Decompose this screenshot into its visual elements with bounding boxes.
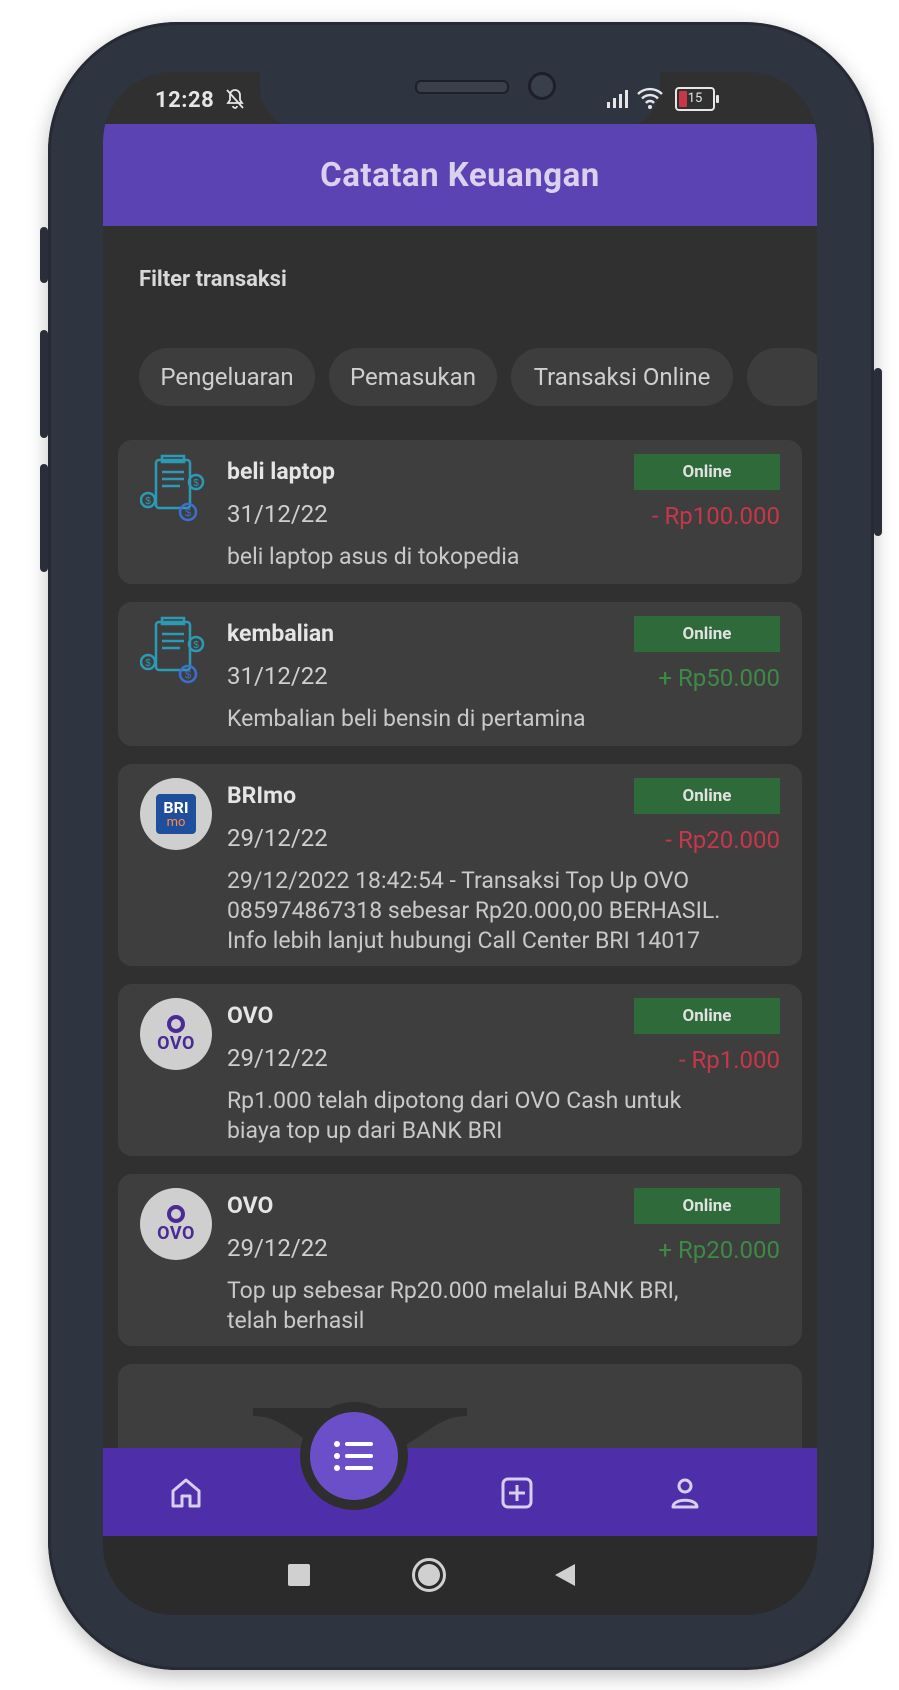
transaction-description: Rp1.000 telah dipotong dari OVO Cash unt… — [227, 1087, 682, 1144]
signal-icon — [607, 90, 628, 108]
online-badge: Online — [634, 616, 780, 652]
transaction-amount: + Rp20.000 — [658, 1236, 780, 1264]
volume-down-button — [40, 464, 48, 572]
transaction-date: 31/12/22 — [227, 662, 328, 690]
finance-document-icon: $ $ $ — [140, 616, 205, 684]
filter-chips: Pengeluaran Pemasukan Transaksi Online — [139, 348, 817, 406]
chip-pengeluaran[interactable]: Pengeluaran — [139, 348, 315, 406]
transaction-date: 31/12/22 — [227, 500, 328, 528]
earpiece-speaker — [415, 80, 509, 94]
battery-percent: 15 — [687, 91, 703, 106]
bottom-navigation — [103, 1408, 817, 1536]
recent-apps-button[interactable] — [288, 1564, 310, 1586]
svg-text:$: $ — [193, 478, 199, 489]
transaction-title: BRImo — [227, 782, 297, 809]
power-button — [874, 368, 882, 536]
svg-text:$: $ — [185, 669, 191, 681]
transaction-card[interactable]: OVO OVO Online 29/12/22 - Rp1.000 Rp1.00… — [118, 984, 802, 1156]
volume-up-button — [40, 330, 48, 438]
notifications-off-icon — [226, 89, 244, 109]
transaction-card[interactable]: OVO OVO Online 29/12/22 + Rp20.000 Top u… — [118, 1174, 802, 1346]
transaction-title: kembalian — [227, 620, 335, 647]
transaction-card[interactable]: BRI mo BRImo Online 29/12/22 - Rp20.000 … — [118, 764, 802, 966]
brimo-logo: BRI mo — [140, 778, 212, 850]
ovo-logo: OVO — [140, 998, 212, 1070]
home-icon[interactable] — [167, 1474, 205, 1512]
chip-transaksi-online[interactable]: Transaksi Online — [511, 348, 733, 406]
transaction-date: 29/12/22 — [227, 824, 328, 852]
wifi-icon — [637, 87, 663, 109]
filter-label: Filter transaksi — [139, 267, 287, 292]
finance-document-icon: $ $ $ — [140, 454, 205, 522]
profile-icon[interactable] — [666, 1474, 704, 1512]
transaction-description: Top up sebesar Rp20.000 melalui BANK BRI… — [227, 1277, 679, 1334]
transaction-date: 29/12/22 — [227, 1234, 328, 1262]
list-icon — [334, 1441, 373, 1471]
transaction-title: OVO — [227, 1002, 274, 1029]
status-time: 12:28 — [155, 88, 215, 113]
online-badge: Online — [634, 778, 780, 814]
transaction-card[interactable]: $ $ $ kembalian Online 31/12/22 + Rp50.0… — [118, 602, 802, 746]
add-icon[interactable] — [498, 1474, 536, 1512]
transaction-amount: - Rp20.000 — [665, 826, 780, 854]
transaction-amount: - Rp1.000 — [678, 1046, 780, 1074]
battery-icon: 15 — [675, 87, 719, 111]
online-badge: Online — [634, 1188, 780, 1224]
status-bar: 12:28 15 — [103, 72, 817, 128]
transaction-description: 29/12/2022 18:42:54 - Transaksi Top Up O… — [227, 867, 721, 954]
transaction-title: beli laptop — [227, 458, 335, 485]
app-bar: Catatan Keuangan — [103, 124, 817, 226]
system-navigation-bar — [103, 1536, 817, 1615]
back-button[interactable] — [553, 1562, 577, 1588]
mute-switch — [40, 227, 48, 283]
phone-screen: 12:28 15 Catatan Keuangan Filter transak… — [103, 72, 817, 1615]
svg-text:$: $ — [145, 658, 151, 669]
list-fab-button[interactable] — [310, 1412, 398, 1500]
svg-text:$: $ — [145, 496, 151, 507]
front-camera — [528, 72, 556, 100]
notch — [260, 72, 660, 128]
page-title: Catatan Keuangan — [320, 155, 600, 195]
chip-pemasukan[interactable]: Pemasukan — [329, 348, 497, 406]
transaction-description: beli laptop asus di tokopedia — [227, 543, 520, 570]
ovo-logo: OVO — [140, 1188, 212, 1260]
transaction-card[interactable]: $ $ $ beli laptop Online 31/12/22 - Rp10… — [118, 440, 802, 584]
svg-text:$: $ — [193, 640, 199, 651]
transaction-amount: + Rp50.000 — [658, 664, 780, 692]
online-badge: Online — [634, 454, 780, 490]
chip-more[interactable] — [747, 348, 817, 406]
online-badge: Online — [634, 998, 780, 1034]
home-system-button[interactable] — [412, 1558, 446, 1592]
transaction-description: Kembalian beli bensin di pertamina — [227, 705, 586, 732]
svg-text:$: $ — [185, 507, 191, 519]
transaction-title: OVO — [227, 1192, 274, 1219]
transaction-date: 29/12/22 — [227, 1044, 328, 1072]
transaction-amount: - Rp100.000 — [651, 502, 780, 530]
